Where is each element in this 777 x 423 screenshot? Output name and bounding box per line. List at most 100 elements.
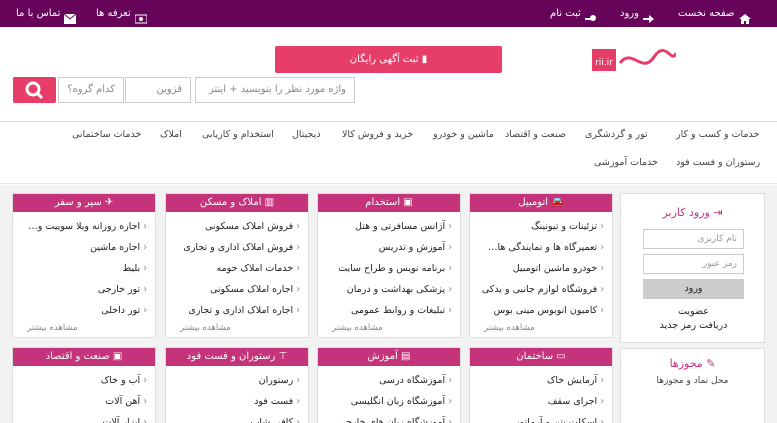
sign-in-icon — [642, 8, 655, 23]
list-item[interactable]: بلیط — [17, 258, 147, 279]
list-item[interactable]: خودرو ماشین اتومبیل — [474, 258, 604, 279]
more-link[interactable]: مشاهده بیشتر — [172, 321, 239, 335]
login-panel: ⇥ ورود کاربر نام کاربری رمز عبور ورود عض… — [620, 193, 765, 343]
permits-subtitle: محل نماد و مجوزها — [656, 376, 729, 386]
list-item[interactable]: پزشکی بهداشت و درمان — [322, 279, 452, 300]
list-item[interactable]: اجاره روزانه ویلا سوییت و… — [17, 216, 147, 237]
contact-link[interactable]: تماس با ما — [16, 0, 77, 27]
list-item[interactable]: خدمات املاک حومه — [170, 258, 300, 279]
cat-7[interactable]: املاک — [160, 129, 182, 140]
list-item[interactable]: اجاره ماشین — [17, 237, 147, 258]
list-item[interactable]: اجاره املاک مسکونی — [170, 279, 300, 300]
top-bar: صفحه نخست ورود ثبت نام تعرفه ها تماس با … — [0, 0, 777, 27]
register-link[interactable]: ثبت نام — [550, 0, 597, 27]
building-icon: ▥ — [261, 197, 275, 208]
list-item[interactable]: تور داخلی — [17, 300, 147, 321]
box-realestate: ▥ املاک و مسکن فروش املاک مسکونیفروش امل… — [165, 193, 309, 338]
login-link[interactable]: ورود — [620, 0, 655, 27]
list-item[interactable]: کافی شاپ — [170, 412, 300, 423]
list-item[interactable]: آرمایش خاک — [474, 370, 604, 391]
username-field[interactable]: نام کاربری — [643, 229, 744, 249]
list-item[interactable]: آموزشگاه درسی — [322, 370, 452, 391]
more-link[interactable]: مشاهده بیشتر — [19, 321, 86, 335]
site-logo[interactable]: rii.ir — [592, 45, 678, 75]
box-header[interactable]: ✈ سیر و سفر — [13, 194, 155, 212]
cat-2[interactable]: صنعت و اقتصاد — [505, 129, 566, 140]
key-icon — [584, 8, 597, 21]
box-header[interactable]: ▤ آموزش — [318, 348, 460, 366]
list-item[interactable]: فروش املاک مسکونی — [170, 216, 300, 237]
sign-in-icon: ⇥ — [709, 206, 723, 219]
home-link[interactable]: صفحه نخست — [678, 0, 751, 27]
header: rii.ir ▮ ثبت آگهی رایگان واژه مورد نظر ر… — [0, 27, 777, 122]
box-travel: ✈ سیر و سفر اجاره روزانه ویلا سوییت و…اج… — [12, 193, 156, 338]
envelope-icon — [64, 8, 77, 24]
list-item[interactable]: اجاره املاک اداری و تجاری — [170, 300, 300, 321]
list-item[interactable]: تبلیغات و روابط عمومی — [322, 300, 452, 321]
cat-1[interactable]: تور و گردشگری — [585, 129, 648, 140]
list-item[interactable]: آهن آلات — [17, 391, 147, 412]
list-item[interactable]: اجرای سقف — [474, 391, 604, 412]
box-header[interactable]: ▣ صنعت و اقتصاد — [13, 348, 155, 366]
laptop-icon: ▭ — [553, 351, 566, 362]
cat-9[interactable]: رستوران و فست فود — [676, 157, 760, 168]
login-title: ⇥ ورود کاربر — [662, 206, 723, 219]
list-item[interactable]: فست فود — [170, 391, 300, 412]
signpost-icon: ⊤ — [275, 351, 288, 362]
search-icon — [25, 81, 44, 100]
recover-password-link[interactable]: دریافت رمز جدید — [643, 320, 744, 331]
cat-5[interactable]: دیجیتال — [292, 129, 321, 140]
list-item[interactable]: برنامه نویس و طراح سایت — [322, 258, 452, 279]
money-icon — [134, 8, 148, 24]
register-link[interactable]: عضویت — [643, 306, 744, 317]
search-input[interactable]: واژه مورد نظر را بنویسید + اینتر — [195, 77, 355, 103]
list-item[interactable]: آب و خاک — [17, 370, 147, 391]
book-icon: ▤ — [397, 351, 411, 362]
list-item[interactable]: تعمیرگاه ها و نمایندگی ها… — [474, 237, 604, 258]
password-field[interactable]: رمز عبور — [643, 254, 744, 274]
cat-10[interactable]: خدمات آموزشی — [594, 157, 658, 168]
list-item[interactable]: آموزشگاه زبان های خارجی — [322, 412, 452, 423]
post-ad-button[interactable]: ▮ ثبت آگهی رایگان — [275, 46, 502, 73]
list-item[interactable]: رستوران — [170, 370, 300, 391]
box-construction: ▭ ساختمان آرمایش خاکاجرای سقفاسکلت بتن و… — [469, 347, 613, 423]
money-icon: ▣ — [109, 351, 123, 362]
list-item[interactable]: تور خارجی — [17, 279, 147, 300]
permits-panel: ✎ مجوزها محل نماد و مجوزها — [620, 348, 765, 423]
list-item[interactable]: ابزار آلات — [17, 412, 147, 423]
more-link[interactable]: مشاهده بیشتر — [324, 321, 391, 335]
car-icon: 🚘 — [548, 197, 564, 208]
box-jobs: ▣ استخدام آژانس مسافرتی و هتلآموزش و تدر… — [317, 193, 461, 338]
cat-8[interactable]: خدمات ساختمانی — [72, 129, 141, 140]
list-item[interactable]: کامیون اتوبوس مینی بوس — [474, 300, 604, 321]
box-header[interactable]: ▣ استخدام — [318, 194, 460, 212]
box-industry: ▣ صنعت و اقتصاد آب و خاکآهن آلاتابزار آل… — [12, 347, 156, 423]
login-button[interactable]: ورود — [643, 279, 744, 299]
box-education: ▤ آموزش آموزشگاه درسیآموزشگاه زبان انگلی… — [317, 347, 461, 423]
box-header[interactable]: ▭ ساختمان — [470, 348, 612, 366]
list-item[interactable]: اسکلت بتن و آرماتور — [474, 412, 604, 423]
category-nav: خدمات و کسب و کار تور و گردشگری صنعت و ا… — [0, 122, 777, 184]
cat-4[interactable]: خرید و فروش کالا — [342, 129, 413, 140]
list-item[interactable]: آژانس مسافرتی و هتل — [322, 216, 452, 237]
permits-title: ✎ مجوزها — [669, 357, 716, 370]
tariffs-link[interactable]: تعرفه ها — [96, 0, 148, 27]
box-restaurant: ⊤ رستوران و فست فود رستورانفست فودکافی ش… — [165, 347, 309, 423]
more-link[interactable]: مشاهده بیشتر — [476, 321, 543, 335]
list-item[interactable]: فروش املاک اداری و تجاری — [170, 237, 300, 258]
list-item[interactable]: آموزشگاه زبان انگلیسی — [322, 391, 452, 412]
bookmark-icon: ▮ — [418, 54, 428, 65]
list-item[interactable]: فروشگاه لوازم جانبی و یدکی — [474, 279, 604, 300]
cat-6[interactable]: استخدام و کاریابی — [202, 129, 274, 140]
list-item[interactable]: آموزش و تدریس — [322, 237, 452, 258]
box-car: 🚘 اتومبیل تزئینات و تیونینگتعمیرگاه ها و… — [469, 193, 613, 338]
cat-3[interactable]: ماشین و خودرو — [433, 129, 494, 140]
box-header[interactable]: ⊤ رستوران و فست فود — [166, 348, 308, 366]
box-header[interactable]: ▥ املاک و مسکن — [166, 194, 308, 212]
list-item[interactable]: تزئینات و تیونینگ — [474, 216, 604, 237]
cat-0[interactable]: خدمات و کسب و کار — [676, 129, 759, 140]
group-select[interactable]: کدام گروه؟ — [58, 77, 124, 103]
box-header[interactable]: 🚘 اتومبیل — [470, 194, 612, 212]
search-button[interactable] — [13, 77, 56, 103]
city-select[interactable]: قزوین — [125, 77, 191, 103]
